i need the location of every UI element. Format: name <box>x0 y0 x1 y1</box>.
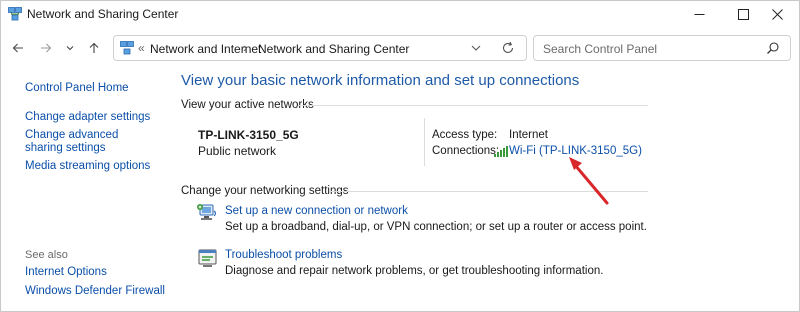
window: Network and Sharing Center « Network and… <box>0 0 800 312</box>
page-title: View your basic network information and … <box>181 72 580 89</box>
sidebar-link-change-advanced-sharing-settings[interactable]: Change advanced sharing settings <box>25 129 155 155</box>
breadcrumb-overflow[interactable]: « <box>138 41 145 55</box>
address-dropdown-button[interactable] <box>468 40 484 56</box>
setup-new-connection-description: Set up a broadband, dial-up, or VPN conn… <box>225 221 647 233</box>
setup-new-connection-link[interactable]: Set up a new connection or network <box>225 205 408 217</box>
wifi-signal-icon <box>494 146 508 157</box>
breadcrumb-network-and-sharing-center[interactable]: Network and Sharing Center <box>258 42 409 56</box>
network-center-icon <box>8 7 22 21</box>
search-placeholder[interactable]: Search Control Panel <box>543 42 657 56</box>
minimize-button[interactable] <box>677 1 721 27</box>
refresh-button[interactable] <box>500 40 516 56</box>
access-type-value: Internet <box>509 129 548 141</box>
network-divider <box>424 118 425 166</box>
new-connection-icon <box>197 204 217 220</box>
access-type-label: Access type: <box>432 129 498 141</box>
recent-locations-button[interactable] <box>59 37 81 59</box>
network-type-link: Public network <box>198 144 277 158</box>
refresh-icon <box>502 41 514 53</box>
sidebar-link-change-adapter-settings[interactable]: Change adapter settings <box>25 111 150 124</box>
network-name: TP-LINK-3150_5G <box>198 128 299 142</box>
troubleshoot-problems-description: Diagnose and repair network problems, or… <box>225 265 604 277</box>
breadcrumb-separator[interactable]: › <box>243 40 247 55</box>
see-also-link-windows-defender-firewall[interactable]: Windows Defender Firewall <box>25 285 165 298</box>
maximize-icon <box>737 8 749 20</box>
back-arrow-icon <box>12 43 23 53</box>
sidebar-link-control-panel-home[interactable]: Control Panel Home <box>25 82 129 95</box>
search-icon[interactable] <box>766 41 780 55</box>
troubleshoot-icon <box>198 249 217 267</box>
search-box[interactable]: Search Control Panel <box>533 35 791 61</box>
see-also-link-internet-options[interactable]: Internet Options <box>25 266 107 279</box>
minimize-icon <box>694 13 704 15</box>
control-panel-icon <box>120 41 134 55</box>
change-settings-header: Change your networking settings <box>181 185 349 197</box>
see-also-label: See also <box>25 249 68 261</box>
active-networks-divider <box>298 105 648 106</box>
active-networks-header: View your active networks <box>181 99 314 111</box>
close-icon <box>771 8 783 20</box>
forward-arrow-icon <box>41 43 52 53</box>
sidebar-link-media-streaming-options[interactable]: Media streaming options <box>25 160 150 173</box>
up-arrow-icon <box>89 42 99 53</box>
address-bar[interactable]: « Network and Internet › Network and Sha… <box>113 35 527 61</box>
close-button[interactable] <box>755 1 799 27</box>
connections-label: Connections: <box>432 145 500 157</box>
forward-button[interactable] <box>35 37 57 59</box>
up-button[interactable] <box>83 37 105 59</box>
chevron-down-icon <box>471 45 481 51</box>
navigation-bar: « Network and Internet › Network and Sha… <box>1 31 799 65</box>
troubleshoot-problems-link[interactable]: Troubleshoot problems <box>225 249 342 261</box>
back-button[interactable] <box>7 37 29 59</box>
window-title: Network and Sharing Center <box>27 7 179 21</box>
red-arrow-annotation <box>569 157 609 205</box>
title-bar: Network and Sharing Center <box>1 1 799 27</box>
chevron-down-icon <box>66 46 74 51</box>
